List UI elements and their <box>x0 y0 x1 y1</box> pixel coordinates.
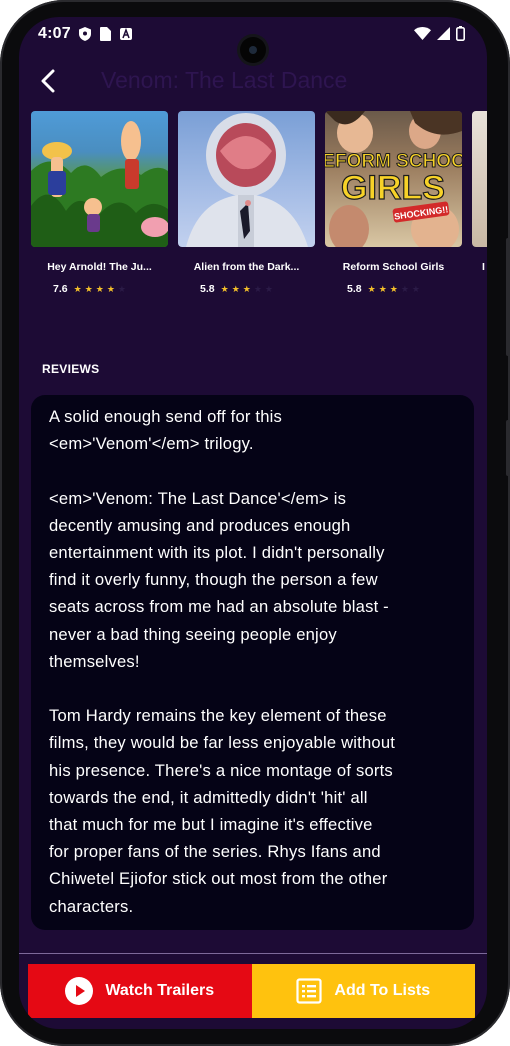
shield-icon <box>79 27 91 41</box>
battery-icon <box>456 26 465 41</box>
phone-frame: 4:07 Venom: The Last Dance Hey Arnold! T… <box>0 0 510 1046</box>
star-rating: ★ ★ ★ ★ ★ <box>74 284 126 294</box>
app-screen: 4:07 Venom: The Last Dance Hey Arnold! T… <box>19 17 487 1029</box>
status-time: 4:07 <box>38 25 71 42</box>
rating-value: 5.8 <box>347 283 362 295</box>
star-empty-icon: ★ <box>411 284 420 294</box>
movie-poster <box>472 111 487 247</box>
star-filled-icon: ★ <box>389 284 398 294</box>
back-button[interactable] <box>33 65 63 97</box>
status-icons-left <box>79 27 132 41</box>
star-empty-icon: ★ <box>117 284 126 294</box>
review-text: A solid enough send off for this <em>'Ve… <box>49 407 396 916</box>
movie-card[interactable]: REFORM SCHOOL GIRLS SHOCKING!! Reform Sc… <box>325 111 462 295</box>
poster-art <box>31 121 168 247</box>
font-a-icon <box>120 28 132 40</box>
star-filled-icon: ★ <box>242 284 251 294</box>
movie-card[interactable]: I <box>472 111 487 273</box>
movie-title: I <box>482 261 485 273</box>
page-title: Venom: The Last Dance <box>101 67 348 93</box>
movie-rating: 5.8 ★ ★ ★ ★ ★ <box>325 283 462 295</box>
poster-art <box>186 113 308 247</box>
rating-value: 7.6 <box>53 283 68 295</box>
watch-trailers-label: Watch Trailers <box>105 982 215 999</box>
poster-art: REFORM SCHOOL GIRLS SHOCKING!! <box>325 111 462 247</box>
star-filled-icon: ★ <box>106 284 115 294</box>
star-filled-icon: ★ <box>73 284 82 294</box>
front-camera <box>240 37 266 63</box>
star-empty-icon: ★ <box>400 284 409 294</box>
star-filled-icon: ★ <box>367 284 376 294</box>
star-filled-icon: ★ <box>84 284 93 294</box>
star-filled-icon: ★ <box>95 284 104 294</box>
movie-card[interactable]: Alien from the Dark... 5.8 ★ ★ ★ ★ ★ <box>178 111 315 295</box>
poster-title-line2: GIRLS <box>341 169 445 207</box>
rating-value: 5.8 <box>200 283 215 295</box>
volume-button <box>506 420 510 476</box>
reviews-heading: REVIEWS <box>42 362 100 376</box>
star-empty-icon: ★ <box>264 284 273 294</box>
play-circle-icon <box>65 977 94 1005</box>
movie-poster <box>178 111 315 247</box>
bottom-action-bar: Watch Trailers Add To Lists <box>28 964 475 1018</box>
star-filled-icon: ★ <box>231 284 240 294</box>
movie-rating: 7.6 ★ ★ ★ ★ ★ <box>31 283 168 295</box>
add-to-lists-label: Add To Lists <box>334 982 431 999</box>
star-filled-icon: ★ <box>378 284 387 294</box>
similar-movies-carousel[interactable]: Hey Arnold! The Ju... 7.6 ★ ★ ★ ★ ★ Alie… <box>19 111 487 301</box>
power-button <box>506 238 510 356</box>
app-bar: Venom: The Last Dance <box>19 61 487 101</box>
movie-title: Alien from the Dark... <box>193 261 300 273</box>
movie-rating: 5.8 ★ ★ ★ ★ ★ <box>178 283 315 295</box>
wifi-icon <box>414 27 431 40</box>
star-filled-icon: ★ <box>220 284 229 294</box>
back-arrow-icon <box>41 69 55 93</box>
star-empty-icon: ★ <box>253 284 262 294</box>
movie-title: Hey Arnold! The Ju... <box>47 261 152 273</box>
review-card: A solid enough send off for this <em>'Ve… <box>31 395 474 930</box>
add-to-lists-button[interactable]: Add To Lists <box>251 964 475 1018</box>
movie-card[interactable]: Hey Arnold! The Ju... 7.6 ★ ★ ★ ★ ★ <box>31 111 168 295</box>
star-rating: ★ ★ ★ ★ ★ <box>221 284 273 294</box>
star-rating: ★ ★ ★ ★ ★ <box>368 284 420 294</box>
movie-title: Reform School Girls <box>342 261 445 273</box>
signal-icon <box>437 27 450 40</box>
divider <box>19 953 487 954</box>
watch-trailers-button[interactable]: Watch Trailers <box>28 964 252 1018</box>
sim-card-icon <box>100 27 111 41</box>
list-icon <box>296 978 322 1004</box>
movie-poster: REFORM SCHOOL GIRLS SHOCKING!! <box>325 111 462 247</box>
movie-poster <box>31 111 168 247</box>
status-icons-right <box>414 26 465 41</box>
